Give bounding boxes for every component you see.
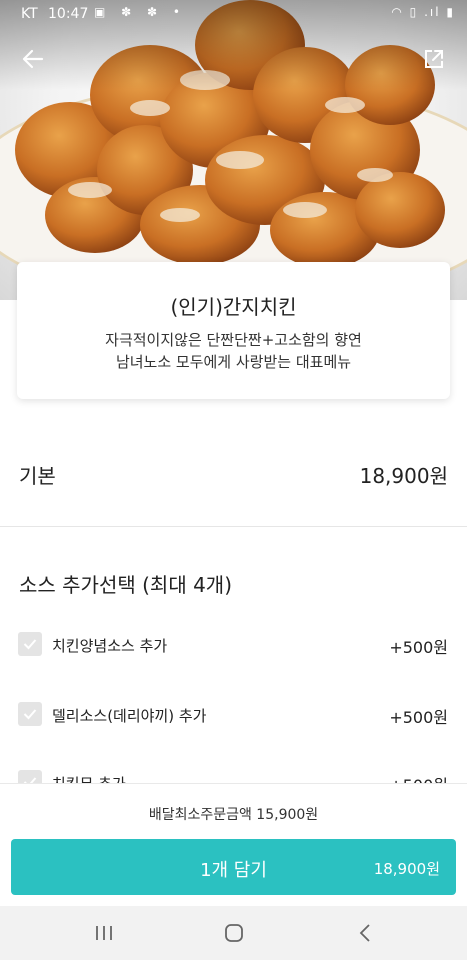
- recent-apps-button[interactable]: [89, 919, 119, 947]
- option-checkbox[interactable]: [18, 632, 42, 656]
- option-name: 치킨양념소스 추가: [52, 637, 168, 655]
- home-button[interactable]: [219, 919, 249, 947]
- menu-image: [0, 0, 467, 300]
- clock: 10:47: [48, 6, 89, 22]
- share-button[interactable]: [419, 44, 449, 74]
- home-icon: [225, 924, 243, 942]
- option-price: +500원: [389, 638, 448, 657]
- menu-title: (인기)간지치킨: [170, 295, 297, 319]
- option-checkbox[interactable]: [18, 702, 42, 726]
- base-price-row: 기본 18,900원: [0, 440, 467, 502]
- notification-icons: ▣ ✽ ✽ •: [94, 5, 186, 19]
- add-to-cart-button[interactable]: 1개 담기 18,900원: [11, 839, 456, 895]
- min-order-amount: 배달최소주문금액 15,900원: [148, 807, 319, 823]
- carrier-label: KT: [21, 6, 38, 22]
- recent-apps-icon: [96, 926, 112, 940]
- system-status-icons: ◠ ▯ .ıl ▮: [391, 5, 455, 19]
- menu-description-line: 자극적이지않은 단짠단짠+고소함의 향연: [105, 331, 362, 349]
- nav-back-button[interactable]: [350, 919, 380, 947]
- check-icon: [23, 709, 37, 720]
- sauce-option[interactable]: 델리소스(데리야끼) 추가 +500원: [0, 695, 467, 735]
- menu-description-line: 남녀노소 모두에게 사랑받는 대표메뉴: [115, 353, 352, 371]
- order-bar: 배달최소주문금액 15,900원 1개 담기 18,900원: [0, 783, 467, 906]
- option-name: 델리소스(데리야끼) 추가: [52, 707, 207, 725]
- fried-chicken-image: [15, 0, 445, 268]
- check-icon: [23, 639, 37, 650]
- base-price: 18,900원: [359, 464, 448, 488]
- menu-description: 자극적이지않은 단짠단짠+고소함의 향연 남녀노소 모두에게 사랑받는 대표메뉴: [17, 329, 450, 373]
- back-arrow-icon: [22, 49, 44, 69]
- sauce-section-title: 소스 추가선택 (최대 4개): [19, 573, 233, 597]
- menu-info-card: (인기)간지치킨 자극적이지않은 단짠단짠+고소함의 향연 남녀노소 모두에게 …: [17, 262, 450, 399]
- sauce-option[interactable]: 치킨양념소스 추가 +500원: [0, 625, 467, 665]
- status-bar: KT 10:47 ▣ ✽ ✽ • ◠ ▯ .ıl ▮: [0, 0, 467, 28]
- back-button[interactable]: [18, 44, 48, 74]
- cart-button-amount: 18,900원: [373, 860, 440, 878]
- share-icon: [425, 50, 443, 68]
- divider: [0, 526, 467, 527]
- option-price: +500원: [389, 708, 448, 727]
- base-label: 기본: [19, 464, 56, 488]
- system-nav-bar: [0, 906, 467, 960]
- nav-back-icon: [359, 924, 370, 942]
